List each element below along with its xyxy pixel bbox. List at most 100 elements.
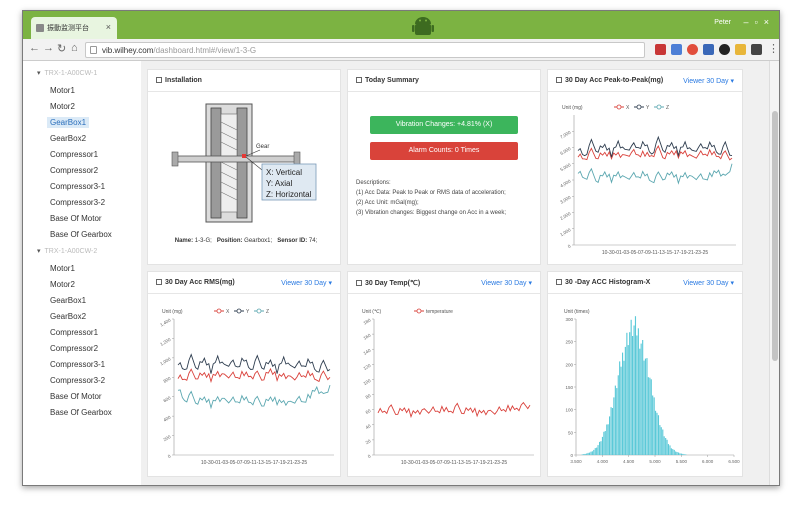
histogram-bar xyxy=(633,325,635,455)
sidebar-item[interactable]: GearBox2 xyxy=(47,311,89,322)
histogram-bar xyxy=(601,436,604,455)
legend-entry: X xyxy=(226,309,230,315)
histogram-bar xyxy=(680,453,683,455)
scrollbar-thumb[interactable] xyxy=(772,111,778,361)
histogram-bar xyxy=(683,454,685,455)
legend-entry: Z xyxy=(666,105,669,111)
home-icon[interactable]: ⌂ xyxy=(71,42,78,54)
page-info-icon[interactable] xyxy=(90,46,97,54)
panel-title: Today Summary xyxy=(365,77,419,84)
histogram-bar xyxy=(636,335,638,455)
panel-collapse-icon[interactable] xyxy=(356,280,362,286)
y-tick-label: 1,000 xyxy=(559,227,572,237)
histogram-bar xyxy=(590,451,592,455)
sidebar-item[interactable]: Motor2 xyxy=(47,101,78,112)
back-icon[interactable]: ← xyxy=(29,42,40,54)
histogram-bar xyxy=(616,388,618,455)
histogram-bar xyxy=(653,397,655,455)
sidebar-item[interactable]: Base Of Gearbox xyxy=(47,407,115,418)
close-tab-icon[interactable]: × xyxy=(106,22,111,32)
reload-icon[interactable]: ↻ xyxy=(57,42,66,55)
panel-collapse-icon[interactable] xyxy=(156,279,162,285)
viewer-30-day-dropdown[interactable]: Viewer 30 Day ▾ xyxy=(683,279,734,287)
viewer-30-day-dropdown[interactable]: Viewer 30 Day ▾ xyxy=(281,279,332,287)
y-tick-label: 400 xyxy=(162,414,171,422)
histogram-bar xyxy=(637,328,639,455)
tree-group[interactable]: ▾ TRX-1-A00CW-1 xyxy=(37,69,97,77)
sidebar-item[interactable]: Compressor3-2 xyxy=(47,197,108,208)
caret-down-icon[interactable]: ▾ xyxy=(37,248,41,255)
sidebar-item[interactable]: Compressor1 xyxy=(47,149,101,160)
sidebar-item[interactable]: GearBox1 xyxy=(47,117,90,128)
tree-group[interactable]: ▾ TRX-1-A00CW-2 xyxy=(37,247,97,255)
histogram-bar xyxy=(613,397,615,455)
window-controls[interactable]: –▫× xyxy=(744,17,775,27)
sidebar-item[interactable]: Compressor3-2 xyxy=(47,375,108,386)
temperature-chart: Unit (℃) temperature 0 20 40 60 80 100 120 140 160… xyxy=(362,308,534,466)
gear-label: Gear xyxy=(256,144,269,150)
sidebar-item[interactable]: Compressor2 xyxy=(47,343,101,354)
tab-bar: 振動监测平台 × Peter –▫× xyxy=(23,11,779,39)
legend-marker xyxy=(216,308,222,314)
histogram-bar xyxy=(607,424,609,455)
name-label: Name: xyxy=(174,238,194,244)
sidebar-item[interactable]: GearBox2 xyxy=(47,133,89,144)
android-logo-icon xyxy=(412,17,434,35)
sidebar-item[interactable]: Compressor3-1 xyxy=(47,359,108,370)
caret-down-icon[interactable]: ▾ xyxy=(37,70,41,77)
viewer-30-day-dropdown[interactable]: Viewer 30 Day ▾ xyxy=(683,77,734,85)
viewer-30-day-dropdown[interactable]: Viewer 30 Day ▾ xyxy=(481,279,532,287)
histogram-bar xyxy=(594,448,596,455)
panel-title: 30 Day Acc Peak-to-Peak(mg) xyxy=(565,77,664,84)
histogram-bar xyxy=(630,319,632,455)
address-bar[interactable]: vib.wilhey.com/dashboard.html#/view/1-3-… xyxy=(85,42,645,58)
panel-collapse-icon[interactable] xyxy=(356,77,362,83)
sensor-label: Sensor ID: xyxy=(277,238,308,244)
y-tick-label: 140 xyxy=(362,348,371,356)
page-scrollbar[interactable] xyxy=(769,61,779,485)
panel-title: 30 Day Acc RMS(mg) xyxy=(165,279,235,286)
panel-collapse-icon[interactable] xyxy=(556,77,562,83)
y-tick-label: 200 xyxy=(162,434,171,442)
sidebar-item[interactable]: Compressor3-1 xyxy=(47,181,108,192)
histogram-bar xyxy=(655,410,657,455)
y-tick-label: 1,400 xyxy=(159,317,172,327)
y-tick-label: 600 xyxy=(162,395,171,403)
panel-title: 30 Day Temp(℃) xyxy=(365,280,421,287)
y-tick-label: 40 xyxy=(365,423,372,430)
extension-icon[interactable] xyxy=(703,44,714,55)
histogram-bar xyxy=(665,438,667,455)
histogram-bar xyxy=(682,453,684,455)
y-tick-label: 1,000 xyxy=(159,356,172,366)
sidebar-item[interactable]: Compressor1 xyxy=(47,327,101,338)
extension-icon[interactable] xyxy=(751,44,762,55)
vibration-changes-button[interactable]: Vibration Changes: +4.81% (X) xyxy=(370,116,518,134)
y-tick-label: 6,000 xyxy=(559,146,572,156)
sidebar-item[interactable]: GearBox1 xyxy=(47,295,89,306)
legend-marker xyxy=(256,308,262,314)
x-tick-label: 4.500 xyxy=(623,459,635,464)
tree-group-label: TRX-1-A00CW-2 xyxy=(44,248,98,255)
sidebar-item[interactable]: Motor1 xyxy=(47,85,78,96)
extension-icon[interactable] xyxy=(735,44,746,55)
forward-icon[interactable]: → xyxy=(43,42,54,54)
sidebar-item[interactable]: Base Of Gearbox xyxy=(47,229,115,240)
adblock-extension-icon[interactable] xyxy=(655,44,666,55)
panel-collapse-icon[interactable] xyxy=(556,279,562,285)
y-tick-label: 120 xyxy=(362,363,371,371)
browser-tab[interactable]: 振動监测平台 × xyxy=(31,17,117,39)
extension-icon[interactable] xyxy=(671,44,682,55)
sidebar-item[interactable]: Motor1 xyxy=(47,263,78,274)
panel-collapse-icon[interactable] xyxy=(156,77,162,83)
extension-icon[interactable] xyxy=(687,44,698,55)
temperature-panel: 30 Day Temp(℃) Viewer 30 Day ▾ Unit (℃) te… xyxy=(347,271,541,477)
sidebar-item[interactable]: Motor2 xyxy=(47,279,78,290)
histogram-bar xyxy=(603,431,605,455)
alarm-counts-button[interactable]: Alarm Counts: 0 Times xyxy=(370,142,518,160)
sidebar-item[interactable]: Base Of Motor xyxy=(47,391,105,402)
menu-icon[interactable]: ⋮ xyxy=(768,42,779,55)
sidebar-item[interactable]: Base Of Motor xyxy=(47,213,105,224)
histogram-bar xyxy=(666,439,668,455)
sidebar-item[interactable]: Compressor2 xyxy=(47,165,101,176)
extension-icon[interactable] xyxy=(719,44,730,55)
